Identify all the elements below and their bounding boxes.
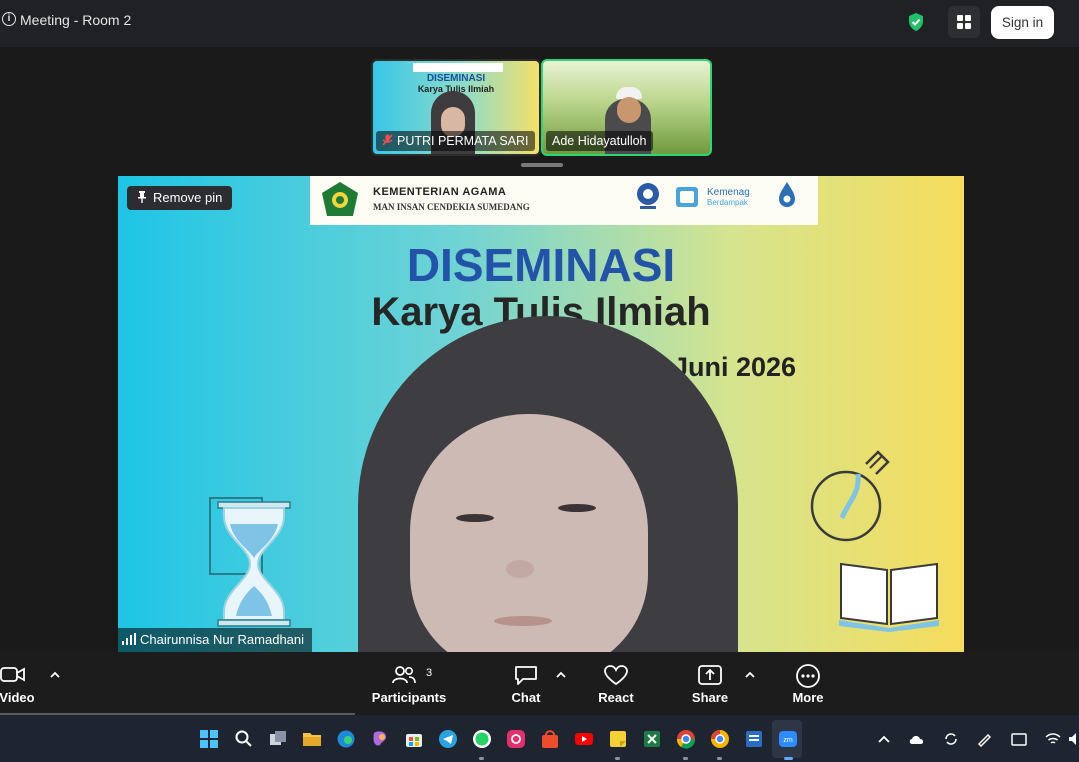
- windows-taskbar: zm: [0, 715, 1079, 762]
- participant-thumbnail-active[interactable]: Ade Hidayatulloh: [541, 59, 712, 156]
- shopping-bag-icon[interactable]: [540, 729, 560, 749]
- participant-thumbnail[interactable]: DISEMINASI Karya Tulis Ilmiah PUTRI PERM…: [371, 59, 541, 156]
- more-options-icon: [796, 664, 820, 688]
- participants-icon: [392, 666, 416, 684]
- chat-button[interactable]: Chat: [506, 664, 546, 712]
- participant-name: Ade Hidayatulloh: [552, 134, 647, 148]
- chrome-icon[interactable]: [676, 729, 696, 749]
- svg-text:zm: zm: [783, 737, 793, 744]
- windows-start-icon[interactable]: [199, 729, 219, 749]
- onedrive-cloud-icon[interactable]: [908, 731, 926, 747]
- participants-button[interactable]: Participants: [368, 664, 450, 712]
- instagram-icon[interactable]: [506, 729, 526, 749]
- participant-eye: [456, 514, 494, 522]
- video-button[interactable]: Video: [0, 664, 38, 712]
- school-logo-icon: [637, 183, 659, 209]
- word-icon[interactable]: [744, 729, 764, 749]
- ministry-emblem-icon: [322, 182, 358, 216]
- thumbnail-slide-title: DISEMINASI: [426, 73, 486, 84]
- copilot-icon[interactable]: [370, 729, 390, 749]
- sync-icon[interactable]: [942, 731, 960, 747]
- running-indicator-active: [784, 757, 793, 760]
- title-bar: i Meeting - Room 2 Sign in: [0, 0, 1079, 47]
- running-indicator: [683, 757, 688, 760]
- sticky-notes-icon[interactable]: [608, 729, 628, 749]
- school-name: MAN INSAN CENDEKIA SUMEDANG: [373, 202, 530, 212]
- participant-name-tag: Chairunnisa Nur Ramadhani: [118, 628, 313, 652]
- running-indicator: [615, 757, 620, 760]
- slide-date: Juni 2026: [673, 352, 797, 382]
- remove-pin-button[interactable]: Remove pin: [127, 186, 233, 210]
- shield-check-icon[interactable]: [906, 12, 926, 32]
- task-view-icon[interactable]: [268, 729, 288, 749]
- sign-in-button[interactable]: Sign in: [991, 6, 1054, 39]
- info-icon[interactable]: i: [2, 12, 16, 26]
- participant-name-tag: Ade Hidayatulloh: [546, 131, 653, 151]
- pin-icon: [138, 191, 146, 203]
- wifi-icon[interactable]: [1044, 731, 1062, 747]
- video-label: Video: [0, 690, 35, 705]
- participant-name-tag: PUTRI PERMATA SARI: [376, 131, 535, 151]
- lightbulb-icon: [810, 450, 890, 542]
- volume-icon[interactable]: [1068, 731, 1079, 747]
- chat-label: Chat: [511, 690, 541, 705]
- participants-count-badge: 3: [426, 667, 433, 679]
- search-icon[interactable]: [234, 729, 254, 749]
- more-label: More: [792, 690, 824, 705]
- org-name: KEMENTERIAN AGAMA: [373, 186, 507, 198]
- telegram-icon[interactable]: [438, 729, 458, 749]
- running-indicator: [717, 757, 722, 760]
- react-label: React: [598, 690, 634, 705]
- droplet-logo-icon: [779, 182, 795, 207]
- kemenag-berdampak-icon: [676, 187, 698, 207]
- partner-logo-text: Kemenag: [707, 187, 750, 198]
- participants-label: Participants: [371, 690, 447, 705]
- zoom-app-icon[interactable]: zm: [778, 729, 798, 749]
- slide-title: DISEMINASI: [406, 239, 676, 291]
- slide-banner: KEMENTERIAN AGAMA MAN INSAN CENDEKIA SUM…: [310, 176, 818, 225]
- share-options-caret-icon[interactable]: [744, 670, 756, 680]
- participant-name: PUTRI PERMATA SARI: [397, 134, 529, 148]
- gallery-drag-handle[interactable]: [521, 163, 563, 167]
- more-button[interactable]: More: [786, 664, 830, 712]
- participant-eye: [558, 504, 596, 512]
- video-camera-icon: [0, 667, 25, 682]
- partner-logo-text-2: Berdampak: [707, 198, 748, 207]
- pen-tool-icon[interactable]: [976, 731, 994, 747]
- remove-pin-label: Remove pin: [153, 190, 223, 205]
- participant-nose: [506, 560, 534, 578]
- mic-muted-icon: [382, 134, 393, 146]
- share-screen-icon: [698, 665, 722, 685]
- screenshot-tool-icon[interactable]: [1010, 731, 1028, 747]
- window-title: Meeting - Room 2: [20, 12, 132, 28]
- apps-grid-icon[interactable]: [948, 6, 980, 38]
- slide-banner: [413, 63, 503, 72]
- chat-bubble-icon: [515, 666, 537, 685]
- chrome-profile-icon[interactable]: [710, 729, 730, 749]
- pinned-video[interactable]: KEMENTERIAN AGAMA MAN INSAN CENDEKIA SUM…: [118, 176, 964, 652]
- running-indicator: [479, 757, 484, 760]
- file-explorer-icon[interactable]: [302, 729, 322, 749]
- youtube-icon[interactable]: [574, 729, 594, 749]
- show-hidden-icons-chevron-icon[interactable]: [875, 731, 893, 747]
- share-label: Share: [691, 690, 729, 705]
- react-button[interactable]: React: [594, 664, 638, 712]
- zoom-meeting-window: i Meeting - Room 2 Sign in DISEMINASI Ka…: [0, 0, 1079, 762]
- edge-browser-icon[interactable]: [336, 729, 356, 749]
- whatsapp-icon[interactable]: [472, 729, 492, 749]
- heart-icon: [604, 665, 628, 686]
- participant-mouth: [494, 616, 552, 626]
- excel-icon[interactable]: [642, 729, 662, 749]
- chat-options-caret-icon[interactable]: [555, 670, 567, 680]
- video-options-caret-icon[interactable]: [49, 670, 61, 680]
- signal-strength-icon: [122, 633, 136, 645]
- participant-name: Chairunnisa Nur Ramadhani: [140, 632, 305, 647]
- participant-face: [617, 97, 641, 123]
- open-book-icon: [839, 562, 939, 632]
- hourglass-icon: [209, 497, 291, 627]
- microsoft-store-icon[interactable]: [404, 729, 424, 749]
- share-button[interactable]: Share: [688, 664, 732, 712]
